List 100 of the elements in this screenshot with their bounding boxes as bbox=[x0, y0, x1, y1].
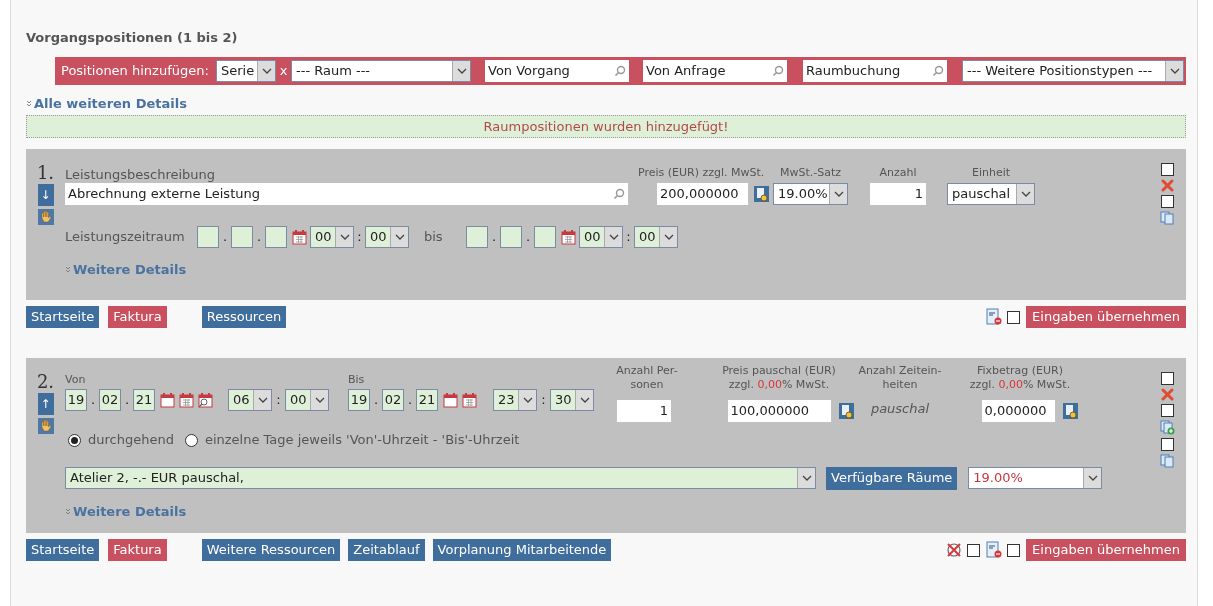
radio-button[interactable] bbox=[184, 433, 198, 447]
calculator-icon[interactable] bbox=[837, 402, 855, 420]
calendar-search-icon[interactable] bbox=[198, 392, 213, 408]
radio-option[interactable]: durchgehend bbox=[68, 430, 174, 450]
checkbox[interactable] bbox=[1007, 310, 1021, 324]
button[interactable]: Faktura bbox=[108, 539, 167, 561]
checkbox[interactable] bbox=[1160, 404, 1174, 417]
calculator-icon[interactable] bbox=[753, 185, 770, 203]
hand-icon[interactable] bbox=[37, 418, 54, 434]
series-dropdown[interactable]: Serie bbox=[216, 60, 276, 82]
submit-button[interactable]: Eingaben übernehmen bbox=[1026, 306, 1186, 328]
checkbox[interactable] bbox=[1007, 543, 1021, 557]
available-rooms-button[interactable]: Verfügbare Räume bbox=[826, 466, 958, 490]
field-label: bis bbox=[424, 228, 444, 247]
date-separator: . bbox=[372, 391, 380, 410]
document-minus-icon[interactable] bbox=[986, 541, 1003, 559]
input-field[interactable]: 0,000000 bbox=[981, 400, 1055, 422]
hand-icon[interactable] bbox=[37, 209, 54, 225]
checkbox[interactable] bbox=[1160, 438, 1174, 451]
date-field[interactable]: 02 bbox=[99, 389, 121, 411]
date-separator: . bbox=[406, 391, 414, 410]
vat-dropdown[interactable]: 19.00% bbox=[773, 183, 848, 205]
date-field[interactable] bbox=[197, 226, 219, 248]
date-field[interactable]: 21 bbox=[133, 389, 155, 411]
time-dropdown[interactable]: 00 bbox=[285, 389, 329, 411]
separator-label: x bbox=[278, 62, 289, 81]
time-dropdown[interactable]: 00 bbox=[310, 226, 354, 248]
checkbox[interactable] bbox=[1160, 372, 1174, 385]
date-separator: . bbox=[490, 228, 498, 247]
date-field[interactable] bbox=[466, 226, 488, 248]
button[interactable]: Vorplanung Mitarbeitende bbox=[432, 539, 612, 561]
vat-dropdown[interactable]: 19.00% bbox=[968, 467, 1103, 489]
submit-button[interactable]: Eingaben übernehmen bbox=[1026, 539, 1186, 561]
input-field[interactable]: 1 bbox=[617, 400, 671, 422]
date-field[interactable] bbox=[265, 226, 287, 248]
date-separator: . bbox=[524, 228, 532, 247]
unit-dropdown[interactable]: pauschal bbox=[947, 183, 1035, 205]
input-field[interactable]: 1 bbox=[870, 183, 926, 205]
date-field[interactable]: 02 bbox=[382, 389, 404, 411]
calendar-icon[interactable] bbox=[462, 392, 477, 408]
description-field[interactable]: Abrechnung externe Leistung bbox=[65, 183, 628, 205]
checkbox[interactable] bbox=[1160, 163, 1174, 176]
button[interactable]: Startseite bbox=[26, 306, 100, 328]
time-dropdown[interactable]: 00 bbox=[579, 226, 623, 248]
search-icon[interactable] bbox=[772, 65, 784, 77]
calculator-icon[interactable] bbox=[1061, 402, 1079, 420]
column-label: Preis pauschal (EUR) bbox=[722, 364, 836, 378]
room-dropdown[interactable]: Atelier 2, -.- EUR pauschal, bbox=[65, 467, 816, 489]
date-field[interactable] bbox=[534, 226, 556, 248]
calendar-icon[interactable] bbox=[443, 392, 458, 408]
calendar-icon[interactable] bbox=[160, 392, 175, 408]
button[interactable]: Weitere Ressourcen bbox=[201, 539, 341, 561]
date-field[interactable] bbox=[231, 226, 253, 248]
chevron-icon bbox=[26, 100, 32, 107]
time-dropdown[interactable]: 23 bbox=[493, 389, 537, 411]
calendar-icon[interactable] bbox=[179, 392, 194, 408]
section-title: Vorgangspositionen (1 bis 2) bbox=[26, 29, 239, 47]
time-dropdown[interactable]: 06 bbox=[228, 389, 272, 411]
date-field[interactable]: 19 bbox=[65, 389, 87, 411]
time-separator: : bbox=[275, 391, 282, 410]
tax-label: zzgl. 0,00% MwSt. bbox=[969, 378, 1071, 392]
calendar-icon[interactable] bbox=[561, 229, 576, 245]
search-icon[interactable] bbox=[614, 65, 626, 77]
field-label: Leistungsbeschreibung bbox=[65, 167, 217, 182]
details-link[interactable]: Alle weiteren Details bbox=[26, 93, 187, 114]
search-field[interactable]: Von Vorgang bbox=[485, 60, 629, 82]
calendar-icon[interactable] bbox=[292, 229, 307, 245]
time-dropdown[interactable]: 00 bbox=[634, 226, 678, 248]
column-label: Anzahl Per- sonen bbox=[616, 364, 678, 392]
move-button[interactable]: ↓ bbox=[37, 184, 54, 206]
date-field[interactable]: 21 bbox=[416, 389, 438, 411]
input-field[interactable]: 100,000000 bbox=[727, 400, 831, 422]
time-separator: : bbox=[625, 228, 632, 247]
search-icon[interactable] bbox=[613, 188, 625, 200]
button[interactable]: Faktura bbox=[108, 306, 167, 328]
button[interactable]: Ressourcen bbox=[201, 306, 287, 328]
search-field[interactable]: Raumbuchung bbox=[803, 60, 947, 82]
chevron-icon bbox=[65, 509, 71, 515]
date-field[interactable] bbox=[500, 226, 522, 248]
checkbox[interactable] bbox=[967, 543, 981, 557]
time-dropdown[interactable]: 30 bbox=[550, 389, 594, 411]
button[interactable]: Startseite bbox=[26, 539, 100, 561]
input-field[interactable]: 200,000000 bbox=[657, 183, 748, 205]
room-dropdown[interactable]: --- Raum --- bbox=[291, 60, 471, 82]
success-message: Raumpositionen wurden hinzugefügt! bbox=[26, 115, 1186, 138]
checkbox[interactable] bbox=[1160, 195, 1174, 208]
button[interactable]: Zeitablauf bbox=[348, 539, 425, 561]
time-separator: : bbox=[540, 391, 547, 410]
search-icon[interactable] bbox=[932, 65, 944, 77]
position-type-dropdown[interactable]: --- Weitere Positionstypen --- bbox=[962, 60, 1184, 82]
document-minus-icon[interactable] bbox=[986, 308, 1003, 326]
field-label: Bis bbox=[348, 372, 366, 388]
date-field[interactable]: 19 bbox=[348, 389, 370, 411]
column-label: Fixbetrag (EUR) bbox=[976, 364, 1064, 378]
time-dropdown[interactable]: 00 bbox=[365, 226, 409, 248]
crossed-circle-icon[interactable] bbox=[946, 542, 963, 558]
radio-option[interactable]: einzelne Tage jeweils 'Von'-Uhrzeit - 'Bis'-Uhrzeit bbox=[184, 430, 520, 450]
search-field[interactable]: Von Anfrage bbox=[643, 60, 787, 82]
move-button[interactable]: ↑ bbox=[37, 393, 54, 415]
radio-button[interactable] bbox=[68, 433, 81, 447]
